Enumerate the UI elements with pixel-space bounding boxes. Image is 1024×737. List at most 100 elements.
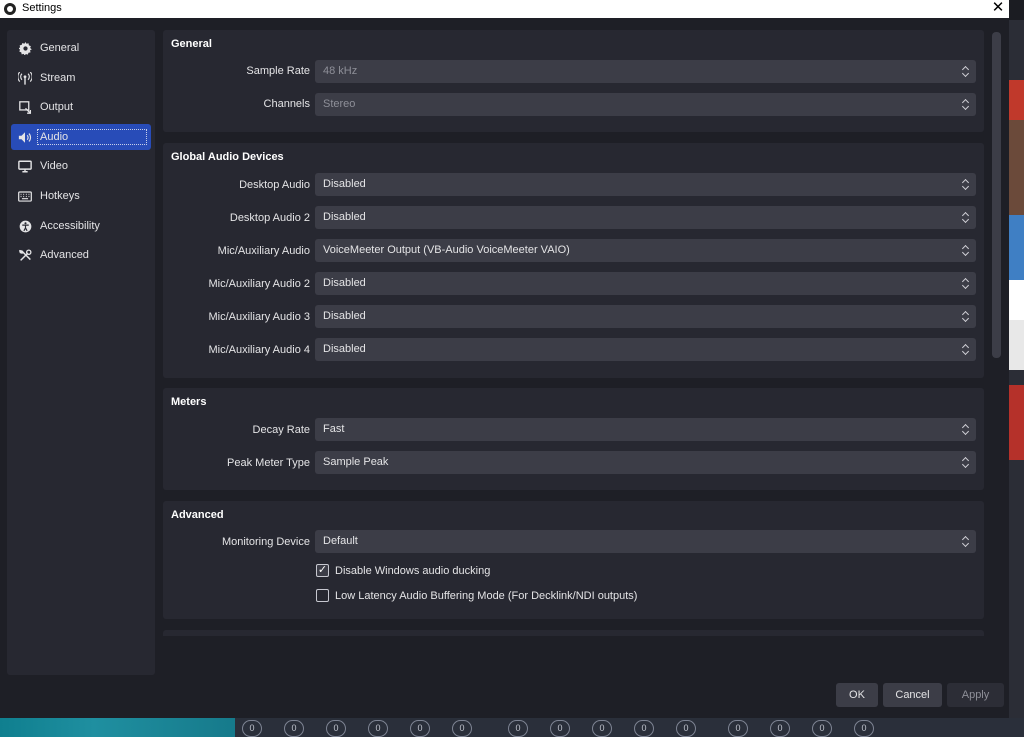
desktop-audio-value: Disabled [323, 178, 366, 190]
sidebar-item-advanced[interactable]: Advanced [11, 242, 151, 268]
output-icon [17, 100, 33, 114]
chevron-updown-icon [963, 98, 970, 111]
background-wallpaper [0, 718, 235, 737]
low-latency-checkbox[interactable] [316, 589, 329, 602]
sidebar-item-hotkeys[interactable]: Hotkeys [11, 183, 151, 209]
sidebar-item-general[interactable]: General [11, 35, 151, 61]
mic-audio-label: Mic/Auxiliary Audio [217, 245, 310, 257]
keyboard-icon [17, 190, 33, 202]
background-window-edge [1008, 20, 1024, 720]
mic-audio-2-label: Mic/Auxiliary Audio 2 [208, 278, 311, 290]
chevron-updown-icon [963, 211, 970, 224]
group-title: Advanced [171, 509, 224, 521]
desktop-audio-2-label: Desktop Audio 2 [229, 212, 310, 224]
mic-audio-3-select[interactable]: Disabled [315, 305, 976, 328]
mixer-knob: 0 [284, 720, 304, 737]
gear-icon [17, 41, 33, 55]
global-audio-devices-group: Global Audio Devices Desktop Audio Disab… [163, 143, 984, 378]
disable-ducking-label: Disable Windows audio ducking [335, 564, 491, 577]
mic-audio-4-value: Disabled [323, 343, 366, 355]
low-latency-label: Low Latency Audio Buffering Mode (For De… [335, 589, 638, 602]
title-bar: Settings ✕ [0, 0, 1009, 18]
mixer-knob: 0 [410, 720, 430, 737]
mixer-knob: 0 [634, 720, 654, 737]
desktop-audio-select[interactable]: Disabled [315, 173, 976, 196]
mixer-knob: 0 [368, 720, 388, 737]
chevron-updown-icon [963, 277, 970, 290]
desktop-audio-2-value: Disabled [323, 211, 366, 223]
settings-window: Settings ✕ General Stream Output Audio V… [0, 0, 1009, 718]
sidebar-item-label: General [40, 42, 80, 54]
apply-button[interactable]: Apply [947, 683, 1004, 707]
sidebar-item-accessibility[interactable]: Accessibility [11, 213, 151, 239]
background-mixer-strip: 0 0 0 0 0 0 0 0 0 0 0 0 0 0 0 [0, 718, 1024, 737]
decay-rate-label: Decay Rate [252, 424, 310, 436]
mic-audio-3-label: Mic/Auxiliary Audio 3 [208, 311, 311, 323]
mic-audio-2-select[interactable]: Disabled [315, 272, 976, 295]
chevron-updown-icon [963, 456, 970, 469]
mixer-knob: 0 [242, 720, 262, 737]
ok-button[interactable]: OK [836, 683, 878, 707]
sample-rate-label: Sample Rate [246, 65, 310, 77]
next-group-partial [163, 630, 984, 636]
peak-meter-label: Peak Meter Type [227, 457, 310, 469]
mic-audio-4-select[interactable]: Disabled [315, 338, 976, 361]
sidebar-item-video[interactable]: Video [11, 153, 151, 179]
channels-value: Stereo [323, 98, 356, 110]
monitor-icon [17, 160, 33, 173]
mic-audio-select[interactable]: VoiceMeeter Output (VB-Audio VoiceMeeter… [315, 239, 976, 262]
sample-rate-select[interactable]: 48 kHz [315, 60, 976, 83]
sidebar-item-label: Output [40, 101, 74, 113]
group-title: Meters [171, 396, 207, 408]
mixer-knob: 0 [508, 720, 528, 737]
desktop-audio-2-select[interactable]: Disabled [315, 206, 976, 229]
chevron-updown-icon [963, 310, 970, 323]
settings-scrollbar[interactable] [992, 32, 1001, 358]
mic-audio-4-label: Mic/Auxiliary Audio 4 [208, 344, 311, 356]
sidebar-item-label: Audio [37, 129, 147, 145]
mixer-knob: 0 [728, 720, 748, 737]
tools-icon [17, 248, 33, 262]
chevron-updown-icon [963, 343, 970, 356]
sample-rate-value: 48 kHz [323, 65, 358, 77]
mixer-knob: 0 [676, 720, 696, 737]
mic-audio-3-value: Disabled [323, 310, 366, 322]
mixer-knob: 0 [592, 720, 612, 737]
peak-meter-value: Sample Peak [323, 456, 389, 468]
obs-logo-icon [4, 3, 16, 15]
settings-sidebar: General Stream Output Audio Video Hotkey… [7, 30, 155, 675]
window-title: Settings [22, 2, 62, 14]
sidebar-item-label: Stream [40, 72, 76, 84]
mixer-knob: 0 [812, 720, 832, 737]
speaker-icon [17, 131, 33, 144]
sidebar-item-audio[interactable]: Audio [11, 124, 151, 150]
peak-meter-select[interactable]: Sample Peak [315, 451, 976, 474]
disable-ducking-checkbox[interactable]: ✓ [316, 564, 329, 577]
mixer-knob: 0 [550, 720, 570, 737]
mixer-knob: 0 [854, 720, 874, 737]
chevron-updown-icon [963, 535, 970, 548]
monitoring-device-select[interactable]: Default [315, 530, 976, 553]
monitoring-device-label: Monitoring Device [221, 536, 310, 548]
meters-group: Meters Decay Rate Fast Peak Meter Type S… [163, 388, 984, 490]
disable-ducking-checkbox-row[interactable]: ✓ Disable Windows audio ducking [316, 564, 490, 577]
close-icon[interactable]: ✕ [988, 0, 1008, 18]
sidebar-item-output[interactable]: Output [11, 94, 151, 120]
channels-select[interactable]: Stereo [315, 93, 976, 116]
decay-rate-value: Fast [323, 423, 345, 435]
cancel-button[interactable]: Cancel [883, 683, 942, 707]
group-title: Global Audio Devices [171, 151, 284, 163]
mixer-knob: 0 [452, 720, 472, 737]
monitoring-device-value: Default [323, 535, 358, 547]
sidebar-item-stream[interactable]: Stream [11, 65, 151, 91]
general-group: General Sample Rate 48 kHz Channels Ster… [163, 30, 984, 132]
decay-rate-select[interactable]: Fast [315, 418, 976, 441]
sidebar-item-label: Hotkeys [40, 190, 80, 202]
chevron-updown-icon [963, 244, 970, 257]
accessibility-icon [17, 220, 33, 233]
chevron-updown-icon [963, 65, 970, 78]
mixer-knob: 0 [326, 720, 346, 737]
low-latency-checkbox-row[interactable]: Low Latency Audio Buffering Mode (For De… [316, 589, 637, 602]
chevron-updown-icon [963, 423, 970, 436]
group-title: General [171, 38, 212, 50]
